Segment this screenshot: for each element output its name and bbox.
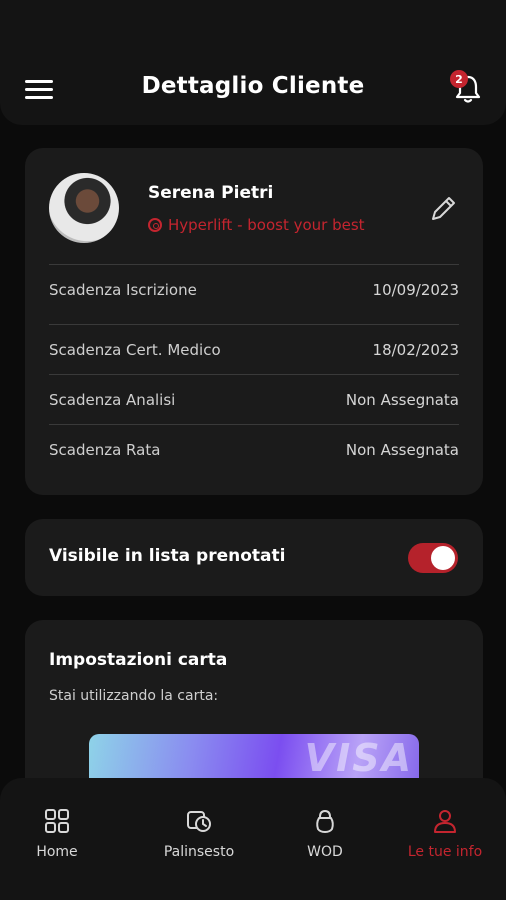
nav-palinsesto[interactable]: Palinsesto [144,808,254,860]
row-label: Scadenza Rata [49,440,161,459]
card-settings-subtitle: Stai utilizzando la carta: [49,688,219,704]
row-scadenza-rata: Scadenza Rata Non Assegnata [49,424,459,474]
nav-wod[interactable]: WOD [270,808,380,860]
gym-icon [148,218,162,232]
notification-badge: 2 [450,70,468,88]
gym-name: Hyperlift - boost your best [148,216,365,234]
nav-label: Home [36,844,78,860]
nav-label: Palinsesto [163,844,235,860]
nav-le-tue-info[interactable]: Le tue info [390,808,500,860]
profile-card: Serena Pietri Hyperlift - boost your bes… [25,148,483,495]
row-scadenza-analisi: Scadenza Analisi Non Assegnata [49,374,459,424]
visibility-card: Visibile in lista prenotati [25,519,483,596]
notifications-button[interactable]: 2 [450,70,486,106]
visibility-label: Visibile in lista prenotati [49,546,286,566]
nav-label: Le tue info [407,844,483,860]
page-title: Dettaglio Cliente [141,73,365,99]
client-name: Serena Pietri [148,183,274,203]
row-value: 18/02/2023 [372,340,459,359]
user-icon [434,810,456,833]
visa-logo: VISA [304,736,413,780]
calendar-clock-icon [187,811,211,832]
visibility-toggle[interactable] [408,543,458,573]
row-scadenza-cert-medico: Scadenza Cert. Medico 18/02/2023 [49,324,459,374]
row-value: Non Assegnata [345,390,459,409]
nav-home[interactable]: Home [2,808,112,860]
kettlebell-icon [316,809,334,833]
card-settings-title: Impostazioni carta [49,650,228,670]
app-header: Dettaglio Cliente 2 [0,0,506,125]
row-label: Scadenza Analisi [49,390,176,409]
row-label: Scadenza Iscrizione [49,280,197,299]
nav-label: WOD [307,844,343,860]
row-value: 10/09/2023 [372,280,459,299]
gym-label: Hyperlift - boost your best [168,216,365,234]
row-label: Scadenza Cert. Medico [49,340,221,359]
row-scadenza-iscrizione: Scadenza Iscrizione 10/09/2023 [49,264,459,314]
bottom-navigation: Home Palinsesto WOD Le tue info [0,778,506,900]
grid-icon [45,809,69,833]
row-value: Non Assegnata [345,440,459,459]
avatar [49,173,119,243]
toggle-knob [431,546,455,570]
pencil-edit-icon[interactable] [427,193,459,225]
